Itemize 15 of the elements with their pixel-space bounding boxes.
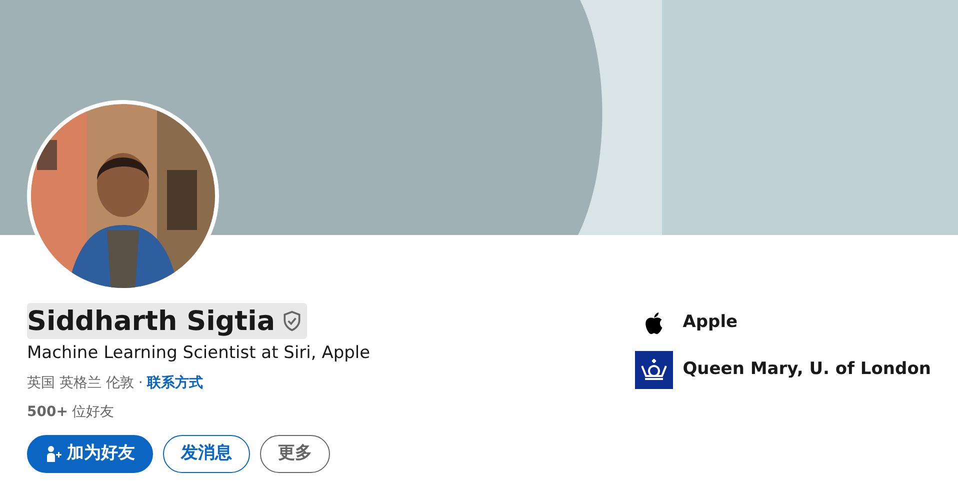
- location: 英国 英格兰 伦敦 ·: [27, 374, 143, 392]
- add-person-icon: [45, 444, 63, 462]
- apple-logo-icon: [642, 311, 665, 335]
- verified-shield-icon: [281, 310, 304, 332]
- contact-info-link[interactable]: 联系方式: [146, 372, 203, 394]
- profile-name: Siddharth Sigtia: [27, 308, 276, 334]
- affiliation-name[interactable]: Apple: [682, 310, 738, 336]
- more-button[interactable]: 更多: [260, 434, 330, 472]
- connections-count: 500+: [27, 402, 68, 422]
- affiliation-name[interactable]: Queen Mary, U. of London: [682, 357, 931, 383]
- headline: Machine Learning Scientist at Siri, Apple: [27, 342, 372, 365]
- connect-button[interactable]: 加为好友: [27, 434, 153, 472]
- crown-logo-icon: [634, 351, 673, 389]
- connections-label: 位好友: [72, 402, 114, 422]
- message-button[interactable]: 发消息: [163, 434, 250, 472]
